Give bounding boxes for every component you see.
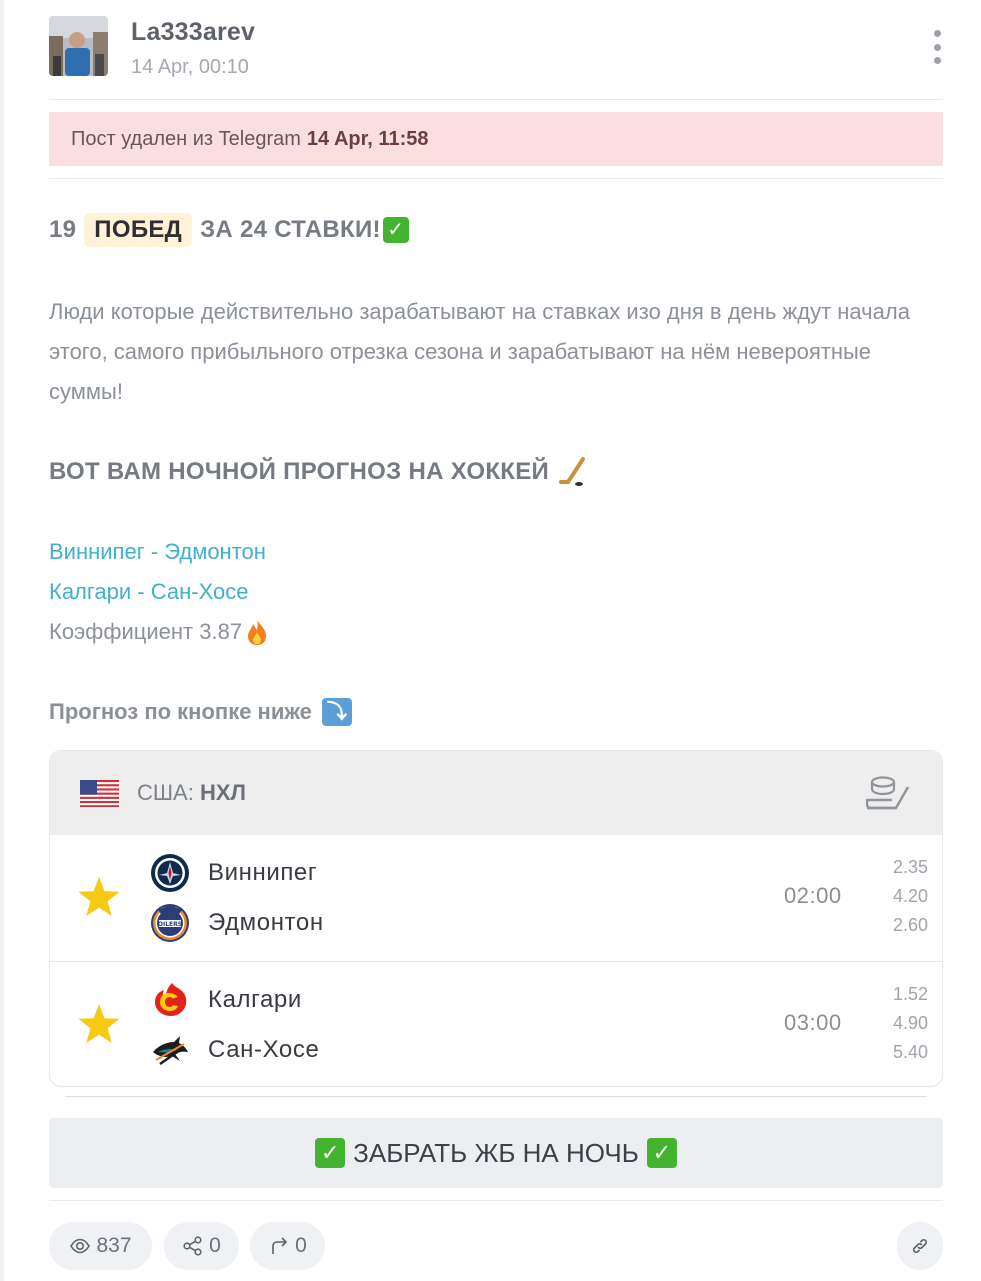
game-odds: 1.52 4.90 5.40 xyxy=(893,980,928,1067)
game-time: 02:00 xyxy=(784,883,842,908)
match-link[interactable]: Калгари - Сан-Хосе xyxy=(49,572,949,612)
san-jose-sharks-logo xyxy=(153,1036,188,1066)
odds-away[interactable]: 5.40 xyxy=(893,1038,928,1067)
check-mark-icon: ✓ xyxy=(382,217,409,243)
team-name: Сан-Хосе xyxy=(208,1036,320,1063)
subheadline-text: ВОТ ВАМ НОЧНОЙ ПРОГНОЗ НА ХОККЕЙ xyxy=(49,458,550,485)
forwards-count: 0 xyxy=(295,1234,307,1257)
post-paragraph: Люди которые действительно зарабатывают … xyxy=(49,299,910,404)
team-name: Калгари xyxy=(208,986,302,1013)
game-row[interactable]: Калгари Сан-Хосе 03:00 1.52 4.90 5.40 xyxy=(50,962,942,1086)
match-link[interactable]: Виннипег - Эдмонтон xyxy=(49,532,949,572)
post-headline: 19 ПОБЕД ЗА 24 СТАВКИ! ✓ xyxy=(49,200,949,260)
views-count: 837 xyxy=(96,1234,132,1257)
star-icon[interactable] xyxy=(76,875,122,919)
odds-home[interactable]: 2.35 xyxy=(893,853,928,882)
action-button-label: ЗАБРАТЬ ЖБ НА НОЧЬ xyxy=(353,1137,639,1168)
post-header: La333arev 14 Apr, 00:10 xyxy=(49,16,943,78)
divider xyxy=(49,99,943,100)
headline-part2: ЗА 24 СТАВКИ! xyxy=(200,216,381,243)
match-widget[interactable]: США: НХЛ Виннипег OILERS Эдмонтон 02:00 … xyxy=(49,750,943,1087)
link-icon xyxy=(912,1238,928,1254)
team-name: Эдмонтон xyxy=(208,909,324,936)
game-odds: 2.35 4.20 2.60 xyxy=(893,853,928,940)
coefficient: Коэффициент 3.87 xyxy=(49,612,949,652)
forwards-counter[interactable]: 0 xyxy=(250,1222,325,1270)
league-name: США: НХЛ xyxy=(137,780,246,806)
widget-header: США: НХЛ xyxy=(50,751,942,835)
more-menu-icon[interactable] xyxy=(931,30,943,64)
divider xyxy=(65,1096,927,1097)
down-arrow-icon: ⤵ xyxy=(321,698,352,726)
headline-part1: 19 xyxy=(49,216,77,243)
us-flag-icon xyxy=(80,779,119,807)
home-team: Виннипег xyxy=(150,851,317,895)
post-subheadline: ВОТ ВАМ НОЧНОЙ ПРОГНОЗ НА ХОККЕЙ xyxy=(49,452,949,492)
deleted-notice-time: 14 Apr, 11:58 xyxy=(306,127,429,150)
svg-text:OILERS: OILERS xyxy=(158,921,182,928)
team-name: Виннипег xyxy=(208,859,318,886)
shares-counter[interactable]: 0 xyxy=(164,1222,239,1270)
cta-text: Прогноз по кнопке ниже ⤵ xyxy=(49,692,949,732)
game-row[interactable]: Виннипег OILERS Эдмонтон 02:00 2.35 4.20… xyxy=(50,835,942,962)
eye-icon xyxy=(70,1238,91,1254)
hockey-stick-icon xyxy=(559,457,586,486)
copy-link-button[interactable] xyxy=(897,1222,943,1270)
left-border xyxy=(0,0,4,1281)
coefficient-text: Коэффициент 3.87 xyxy=(49,619,243,644)
cta-label: Прогноз по кнопке ниже xyxy=(49,699,312,724)
forward-arrow-icon xyxy=(272,1237,288,1254)
fire-icon xyxy=(248,619,267,645)
check-mark-icon: ✓ xyxy=(315,1138,346,1168)
check-mark-icon: ✓ xyxy=(646,1138,677,1168)
away-team: OILERS Эдмонтон xyxy=(150,901,324,945)
odds-away[interactable]: 2.60 xyxy=(893,911,928,940)
league-country: США: xyxy=(137,780,194,805)
headline-highlight: ПОБЕД xyxy=(84,213,193,247)
away-team: Сан-Хосе xyxy=(150,1028,319,1072)
odds-home[interactable]: 1.52 xyxy=(893,980,928,1009)
deleted-notice: Пост удален из Telegram 14 Apr, 11:58 xyxy=(49,112,943,166)
league-title: НХЛ xyxy=(199,780,246,805)
hockey-icon xyxy=(866,776,910,810)
share-icon xyxy=(183,1236,202,1256)
game-time: 03:00 xyxy=(784,1010,842,1035)
avatar[interactable] xyxy=(49,16,108,76)
divider xyxy=(49,1200,943,1201)
author-name[interactable]: La333arev xyxy=(131,18,255,47)
claim-prediction-button[interactable]: ✓ ЗАБРАТЬ ЖБ НА НОЧЬ ✓ xyxy=(49,1118,943,1188)
post-date: 14 Apr, 00:10 xyxy=(131,56,249,78)
divider xyxy=(49,178,943,179)
odds-draw[interactable]: 4.90 xyxy=(893,1009,928,1038)
odds-draw[interactable]: 4.20 xyxy=(893,882,928,911)
home-team: Калгари xyxy=(150,978,302,1022)
matches-list: Виннипег - Эдмонтон Калгари - Сан-Хосе К… xyxy=(49,532,949,652)
star-icon[interactable] xyxy=(76,1002,122,1046)
post-body: 19 ПОБЕД ЗА 24 СТАВКИ! ✓ Люди которые де… xyxy=(49,200,949,732)
edmonton-oilers-logo: OILERS xyxy=(151,904,189,942)
deleted-notice-text: Пост удален из Telegram xyxy=(71,127,301,150)
shares-count: 0 xyxy=(209,1234,221,1257)
winnipeg-jets-logo xyxy=(151,854,189,892)
calgary-flames-logo xyxy=(155,983,187,1016)
views-counter[interactable]: 837 xyxy=(49,1222,152,1270)
